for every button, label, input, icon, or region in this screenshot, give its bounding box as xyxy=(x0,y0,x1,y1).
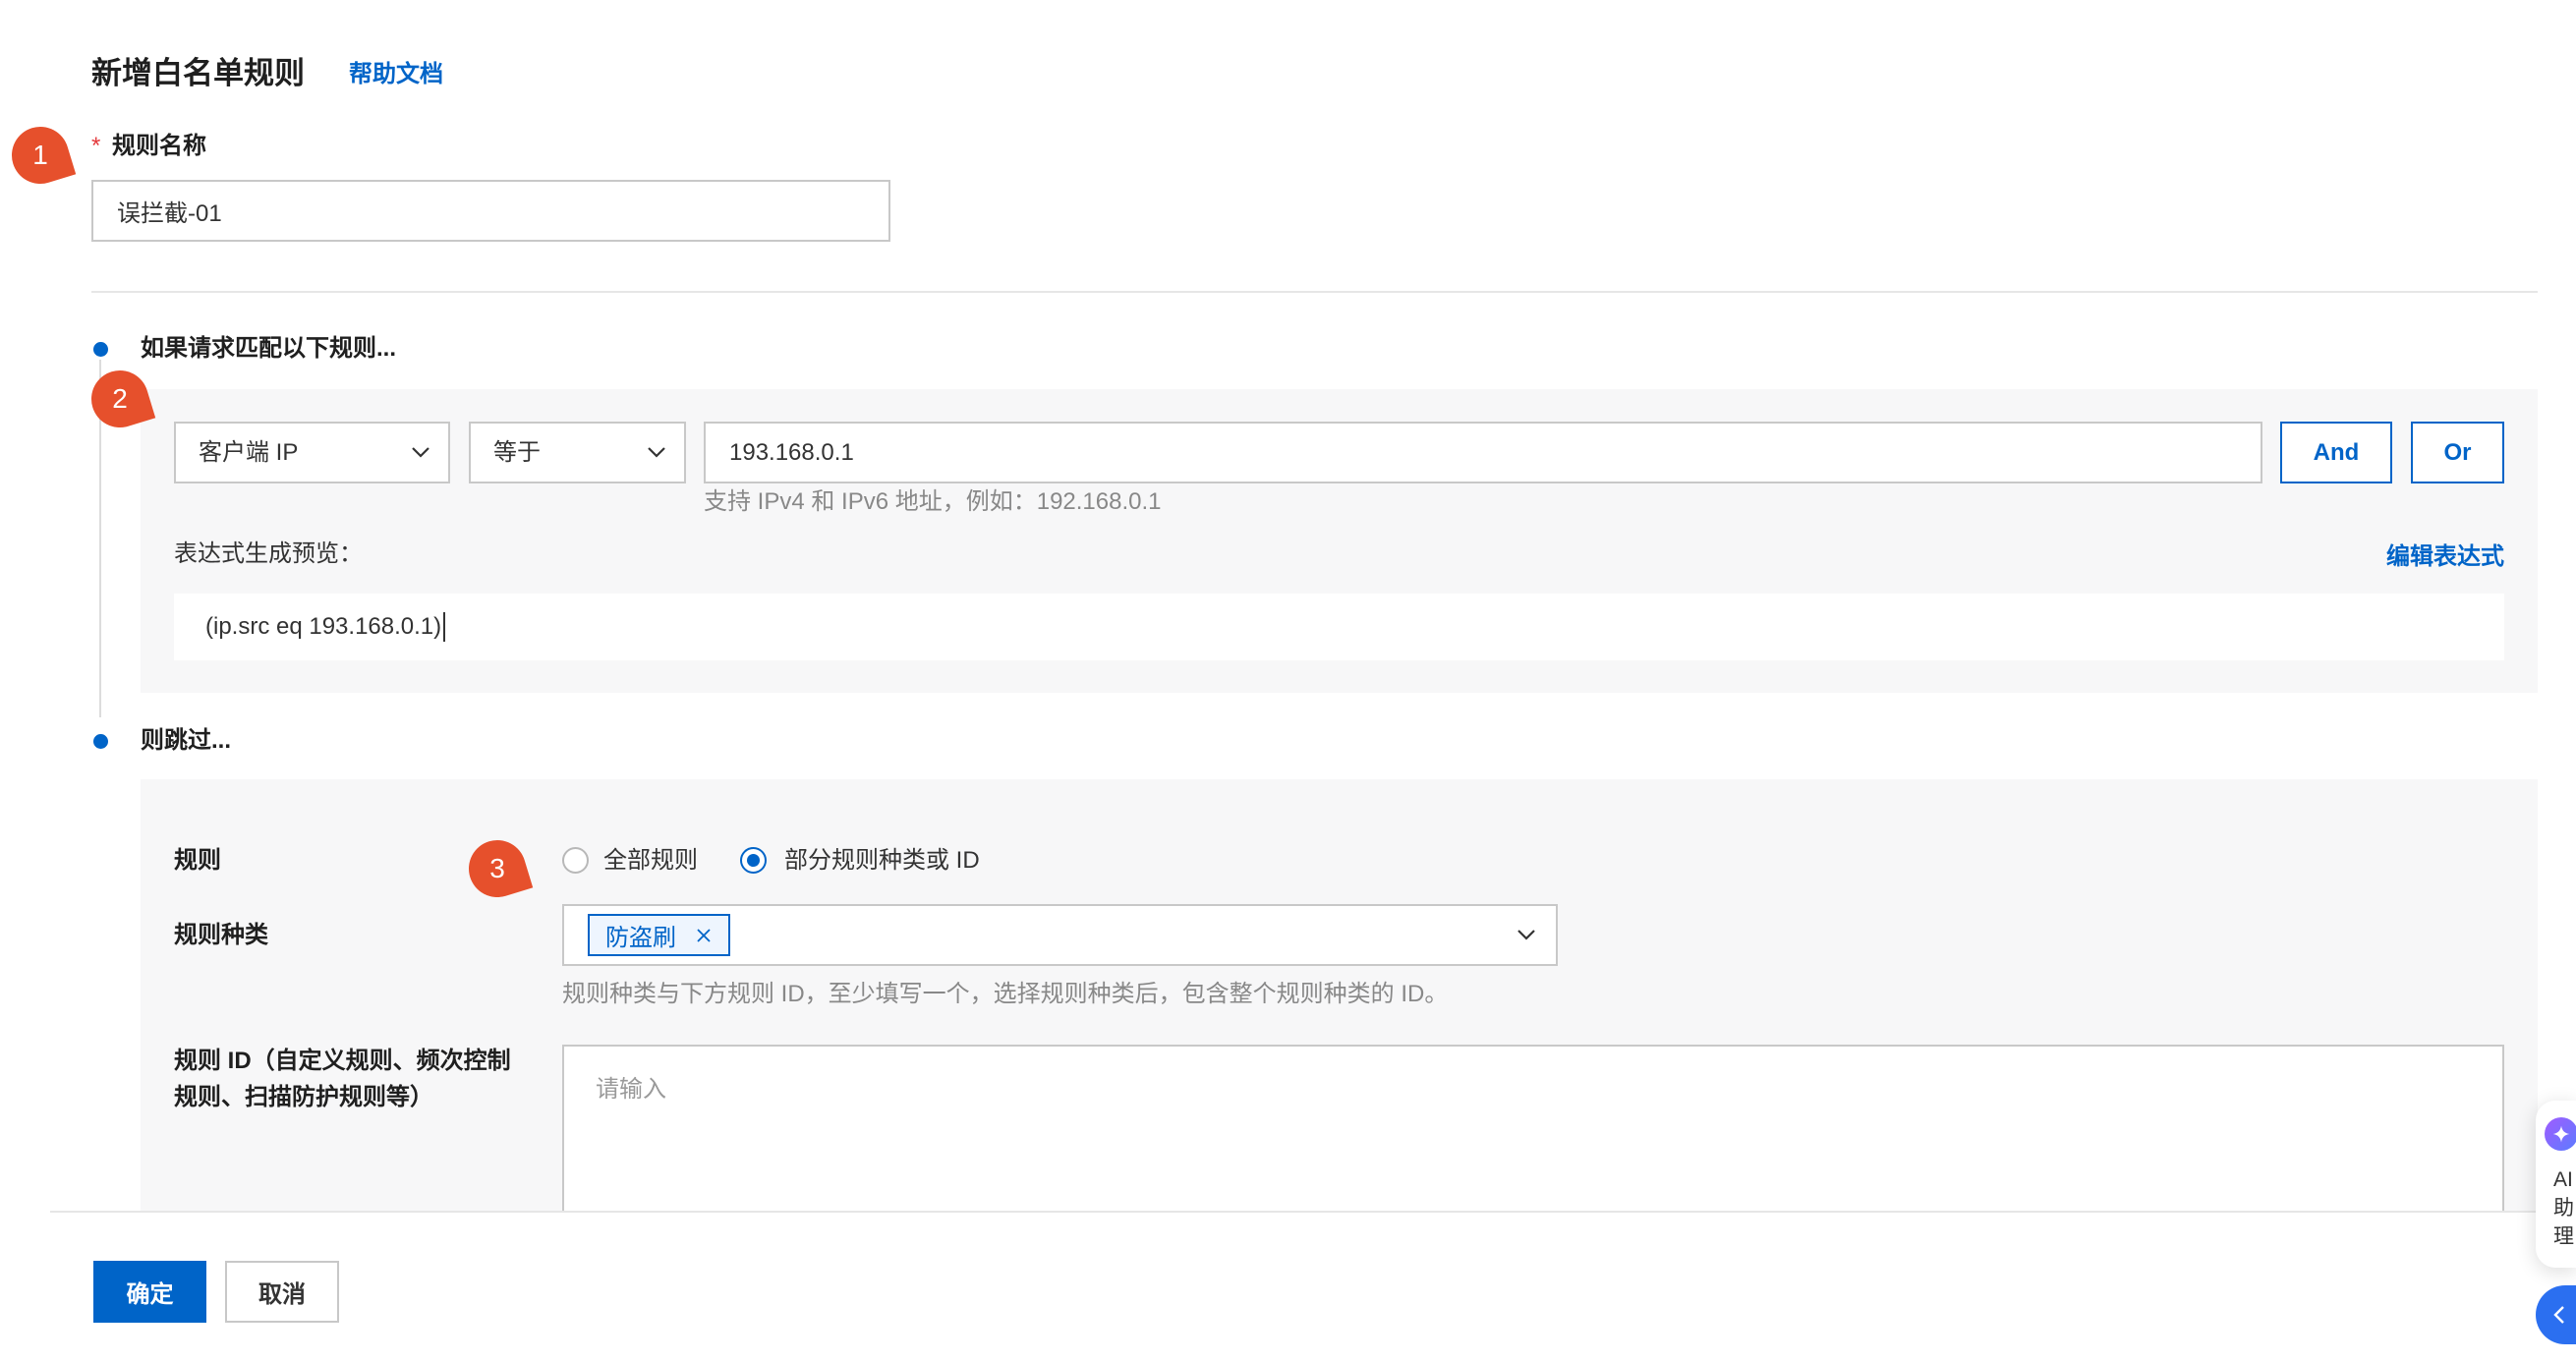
annotation-marker-number: 1 xyxy=(32,140,48,170)
selected-tag: 防盗刷 xyxy=(588,914,730,956)
rule-name-label: 规则名称 xyxy=(112,133,206,159)
condition-value-hint: 支持 IPv4 和 IPv6 地址，例如：192.168.0.1 xyxy=(704,488,1162,515)
match-section-heading: 如果请求匹配以下规则... xyxy=(141,335,397,362)
condition-field-value: 客户端 IP xyxy=(199,439,299,466)
rule-ids-label-line: 规则、扫描防护规则等） xyxy=(174,1084,433,1110)
ai-assistant-label-line: 理 xyxy=(2553,1225,2574,1248)
step-dot-skip xyxy=(93,734,108,749)
help-docs-link[interactable]: 帮助文档 xyxy=(349,57,443,92)
required-asterisk: * xyxy=(91,133,101,159)
annotation-marker-number: 3 xyxy=(489,853,505,883)
ai-assistant-label-line: AI xyxy=(2553,1168,2573,1191)
edit-expression-link[interactable]: 编辑表达式 xyxy=(2386,539,2504,575)
rule-category-select[interactable]: 防盗刷 xyxy=(562,904,1558,966)
annotation-marker-3: 3 xyxy=(469,840,526,897)
chevron-down-icon xyxy=(412,447,429,458)
footer-divider xyxy=(50,1211,2576,1213)
condition-operator-select[interactable]: 等于 xyxy=(469,422,686,483)
rule-ids-label: 规则 ID（自定义规则、频次控制 规则、扫描防护规则等） xyxy=(174,1043,511,1115)
rule-category-label: 规则种类 xyxy=(174,922,268,948)
add-or-condition-button[interactable]: Or xyxy=(2411,422,2504,483)
annotation-marker-1: 1 xyxy=(12,127,69,184)
annotation-marker-2: 2 xyxy=(91,370,148,427)
condition-operator-value: 等于 xyxy=(493,439,541,466)
form-footer: 确定 取消 xyxy=(0,1211,2576,1362)
add-and-condition-button[interactable]: And xyxy=(2280,422,2392,483)
skip-section-heading: 则跳过... xyxy=(141,727,232,754)
ai-assistant-label: AI 助 理 xyxy=(2553,1165,2574,1251)
step-dot-match xyxy=(93,342,108,357)
ai-assistant-label-line: 助 xyxy=(2553,1197,2574,1220)
condition-value-input[interactable] xyxy=(704,422,2262,483)
radio-partial-rules-label[interactable]: 部分规则种类或 ID xyxy=(784,843,980,879)
cancel-button[interactable]: 取消 xyxy=(225,1261,339,1323)
expression-preview-text: (ip.src eq 193.168.0.1) xyxy=(205,613,442,640)
ai-assistant-widget[interactable]: AI 助 理 xyxy=(2536,1101,2576,1268)
text-cursor xyxy=(443,612,446,642)
chevron-down-icon xyxy=(1517,930,1535,940)
expression-preview-box[interactable]: (ip.src eq 193.168.0.1) xyxy=(174,594,2504,660)
annotation-marker-number: 2 xyxy=(112,383,128,414)
rule-ids-label-line: 规则 ID（自定义规则、频次控制 xyxy=(174,1048,511,1074)
selected-tag-label: 防盗刷 xyxy=(605,925,676,951)
rule-category-hint: 规则种类与下方规则 ID，至少填写一个，选择规则种类后，包含整个规则种类的 ID… xyxy=(562,981,1449,1007)
radio-all-rules-label[interactable]: 全部规则 xyxy=(603,843,698,879)
section-divider xyxy=(91,291,2538,293)
close-icon[interactable] xyxy=(695,927,713,944)
expression-preview-label: 表达式生成预览： xyxy=(174,540,363,567)
chevron-left-icon xyxy=(2553,1306,2564,1324)
rule-name-input[interactable] xyxy=(91,180,890,242)
sparkle-icon xyxy=(2545,1117,2576,1151)
radio-all-rules[interactable] xyxy=(562,847,589,874)
rules-label: 规则 xyxy=(174,847,221,874)
radio-partial-rules[interactable] xyxy=(740,847,767,874)
condition-field-select[interactable]: 客户端 IP xyxy=(174,422,450,483)
confirm-button[interactable]: 确定 xyxy=(93,1261,206,1323)
page-title: 新增白名单规则 xyxy=(91,56,305,90)
chevron-down-icon xyxy=(648,447,665,458)
